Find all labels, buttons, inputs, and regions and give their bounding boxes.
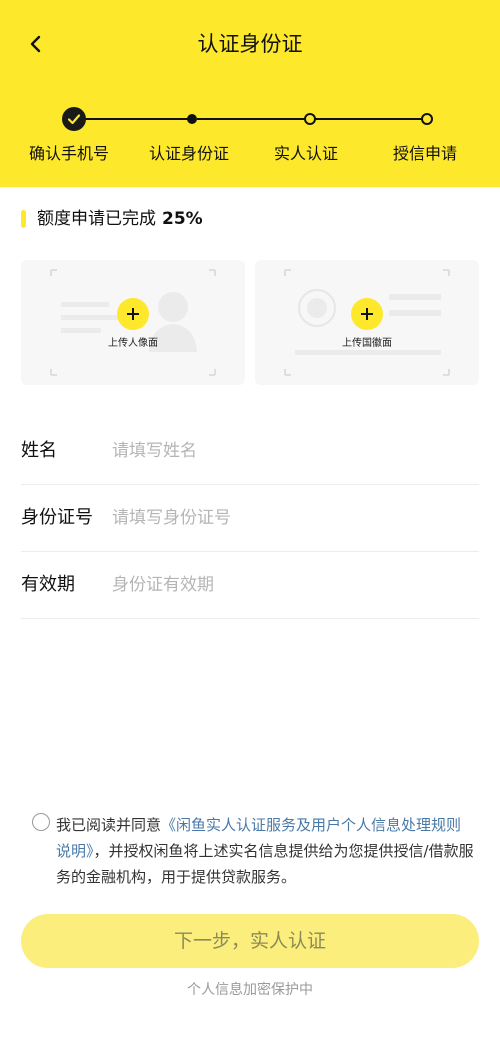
id-number-row: 身份证号 [21,485,479,552]
add-back-icon [351,298,383,330]
validity-input[interactable] [112,571,472,599]
validity-label: 有效期 [21,574,75,595]
id-back-label: 上传国徽面 [342,338,392,349]
progress-percent: 25% [162,209,203,229]
validity-row: 有效期 [21,552,479,619]
progress-label: 额度申请已完成 [37,209,156,229]
next-step-button[interactable]: 下一步，实人认证 [21,914,479,968]
step-label-id: 认证身份证 [149,144,230,163]
id-front-label: 上传人像面 [108,338,158,349]
id-number-input[interactable] [112,504,472,532]
step-label-face: 实人认证 [274,144,339,163]
accent-bar [21,210,26,228]
agreement-text: 我已阅读并同意《闲鱼实人认证服务及用户个人信息处理规则说明》，并授权闲鱼将上述实… [56,812,476,890]
add-front-icon [117,298,149,330]
agreement-checkbox[interactable] [32,813,50,831]
step-pending-indicator [421,113,433,125]
name-row: 姓名 [21,418,479,485]
privacy-note: 个人信息加密保护中 [187,982,313,998]
step-pending-indicator [304,113,316,125]
step-current-indicator [187,114,197,124]
id-front-upload[interactable]: 上传人像面 [21,260,245,385]
step-done-indicator [62,107,86,131]
id-number-label: 身份证号 [21,507,93,528]
agreement-suffix: ，并授权闲鱼将上述实名信息提供给为您提供授信/借款服务的金融机构，用于提供贷款服… [56,842,474,886]
step-label-phone: 确认手机号 [29,144,110,163]
name-input[interactable] [112,437,472,465]
agreement-prefix: 我已阅读并同意 [56,816,162,834]
id-back-upload[interactable]: 上传国徽面 [255,260,479,385]
name-label: 姓名 [21,440,57,461]
page-title: 认证身份证 [197,32,303,56]
check-icon [67,114,81,125]
step-connector [74,118,192,120]
step-label-credit: 授信申请 [393,144,458,163]
header: 认证身份证 确认手机号 认证身份证 实人认证 授信申请 [0,0,500,187]
